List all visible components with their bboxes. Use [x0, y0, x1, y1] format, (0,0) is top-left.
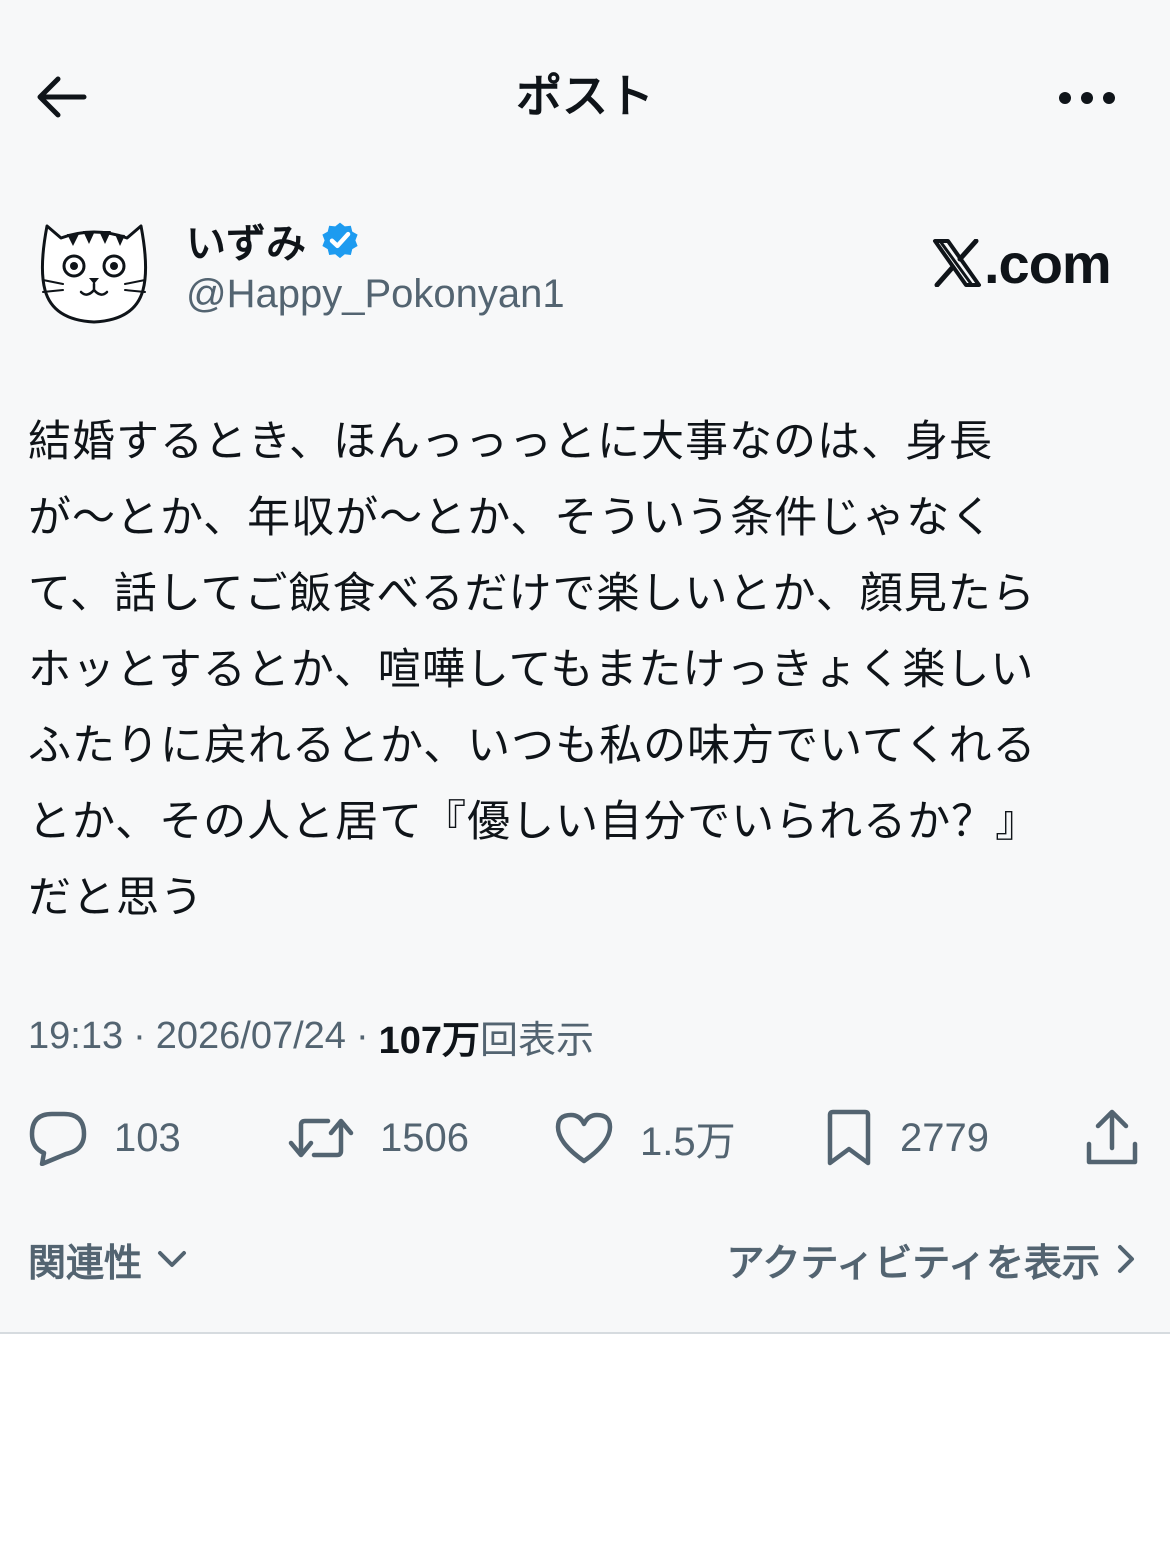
bookmark-button[interactable]: 2779 — [824, 1100, 989, 1176]
x-logo-icon — [933, 239, 981, 287]
avatar[interactable] — [27, 198, 161, 332]
tweet-date[interactable]: 2026/07/24 — [156, 1015, 346, 1058]
retweet-count: 1506 — [380, 1115, 469, 1160]
verified-badge-icon — [318, 218, 362, 262]
more-horizontal-icon — [1059, 92, 1115, 104]
bookmark-count: 2779 — [900, 1115, 989, 1160]
page-title: ポスト — [516, 69, 654, 123]
retweet-button[interactable]: 1506 — [288, 1100, 469, 1176]
activity-label: アクティビティを表示 — [726, 1240, 1100, 1285]
cat-face-avatar — [28, 199, 160, 331]
like-button[interactable]: 1.5万 — [554, 1100, 736, 1176]
action-bar: 103 1506 1.5万 2779 — [0, 1100, 1170, 1176]
heart-icon — [555, 1112, 613, 1164]
footer-row: 関連性 アクティビティを表示 — [0, 1228, 1170, 1290]
tweet-time[interactable]: 19:13 — [28, 1015, 123, 1058]
author-name[interactable]: いずみ — [186, 214, 362, 267]
reply-area — [0, 1334, 1170, 1560]
reply-icon — [29, 1111, 87, 1166]
bookmark-icon — [827, 1109, 871, 1166]
relevance-sort-button[interactable]: 関連性 — [28, 1228, 188, 1290]
chevron-right-icon — [1118, 1245, 1134, 1273]
views-label: 回表示 — [480, 1019, 595, 1062]
views-count[interactable]: 107万 — [379, 1009, 480, 1064]
like-count: 1.5万 — [640, 1120, 736, 1164]
retweet-icon — [288, 1118, 354, 1158]
tweet-text: 結婚するとき、ほんっっっとに大事なのは、身長 が〜とか、年収が〜とか、そういう条… — [28, 417, 1040, 923]
top-bar: ポスト — [0, 0, 1170, 190]
share-button[interactable] — [1084, 1100, 1140, 1176]
view-activity-button[interactable]: アクティビティを表示 — [726, 1228, 1136, 1290]
meta-separator: · — [355, 1014, 369, 1057]
chevron-down-icon — [158, 1251, 187, 1267]
author-name-text: いずみ — [186, 221, 306, 267]
x-com-text: .com — [984, 231, 1112, 295]
relevance-label: 関連性 — [28, 1240, 143, 1285]
meta-separator: · — [133, 1014, 146, 1057]
share-icon — [1086, 1109, 1138, 1165]
author-handle[interactable]: @Happy_Pokonyan1 — [186, 268, 565, 320]
reply-button[interactable]: 103 — [28, 1100, 181, 1176]
reply-count: 103 — [114, 1115, 181, 1160]
x-com-watermark: .com — [932, 228, 1112, 298]
tweet-meta: 19:13 · 2026/07/24 · 107万 回表示 — [28, 1008, 594, 1064]
more-options-button[interactable] — [1050, 68, 1124, 128]
